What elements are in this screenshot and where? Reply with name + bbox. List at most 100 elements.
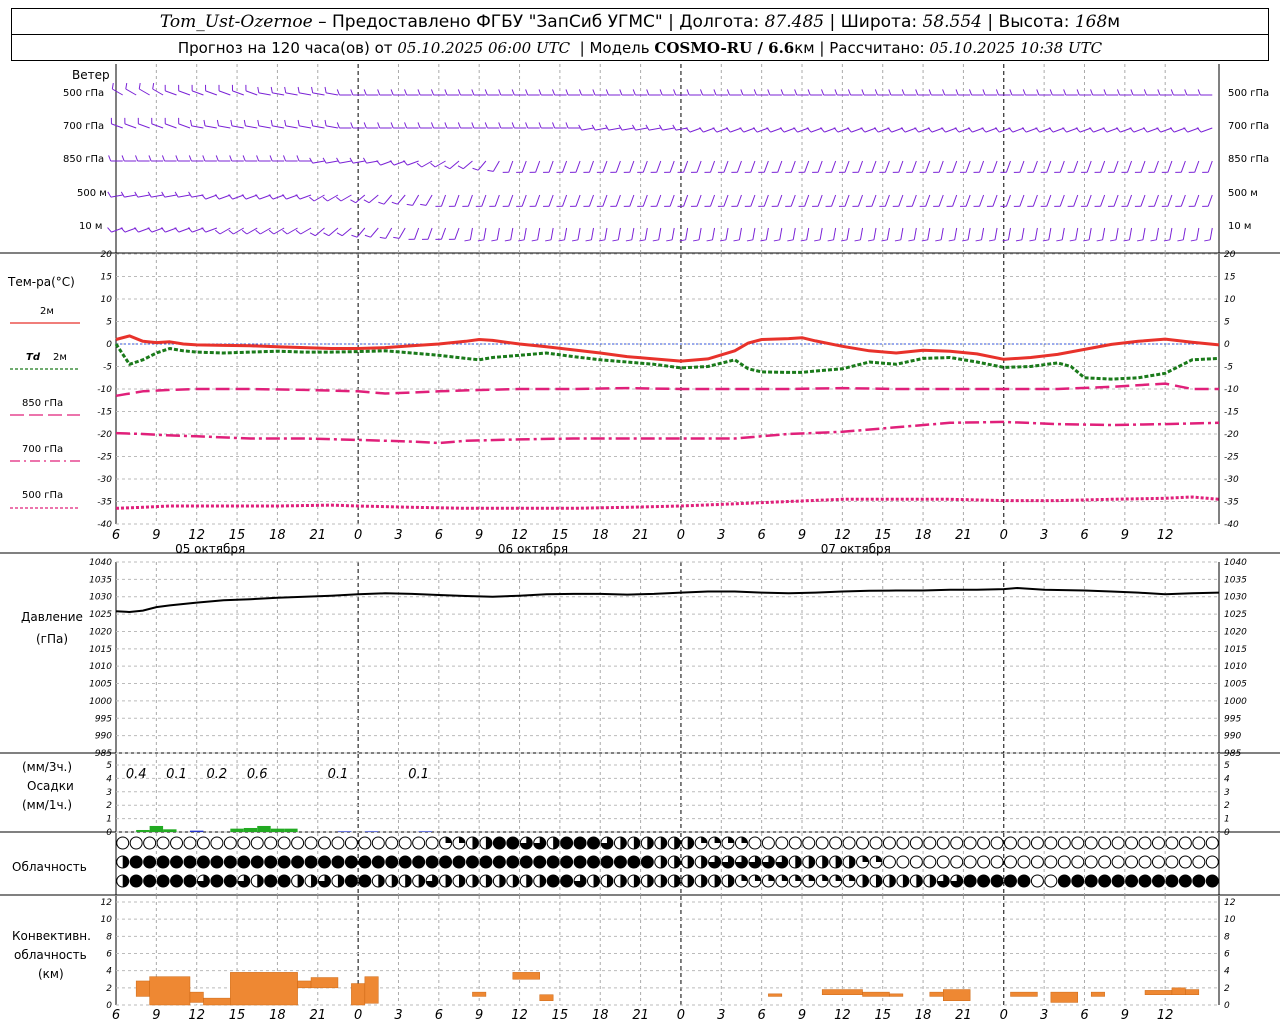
cloud-symbol <box>1071 874 1085 888</box>
wind-barb <box>1161 194 1173 207</box>
wind-barb <box>1202 194 1213 207</box>
wind-barb-feather <box>1136 239 1144 242</box>
wind-barb-shaft <box>710 160 716 173</box>
cloud-symbol-circle <box>1192 855 1206 869</box>
cloud-symbol-circle <box>1178 855 1192 869</box>
cloud-symbol <box>1071 836 1085 850</box>
wind-barb <box>986 194 998 207</box>
wind-barb-shaft <box>414 227 420 240</box>
pressure-tick-left: 1040 <box>89 558 112 568</box>
wind-barb <box>779 127 796 133</box>
cloud-symbol-fill <box>754 875 761 881</box>
wind-barb <box>785 194 796 207</box>
wind-barb <box>202 155 217 162</box>
wind-barb <box>645 124 661 131</box>
wind-barb <box>672 124 688 131</box>
cloud-symbol <box>1178 836 1192 850</box>
wind-barb <box>389 160 406 166</box>
wind-barb-feather <box>430 89 435 96</box>
wind-barb-shaft <box>777 160 783 173</box>
wind-barb-feather <box>403 160 408 166</box>
cloud-symbol <box>1098 874 1112 888</box>
precip-bar <box>364 831 379 832</box>
wind-barb-feather <box>120 191 125 198</box>
wind-barb-shaft <box>931 127 944 133</box>
wind-barb-shaft <box>770 127 783 133</box>
pressure-tick-right: 1010 <box>1224 662 1247 672</box>
cloud-symbol-circle <box>264 836 278 850</box>
cloud-symbol <box>344 874 358 888</box>
wind-barb-feather <box>780 89 784 96</box>
wind-barb <box>1027 160 1038 173</box>
wind-barb-shaft <box>859 227 864 240</box>
wind-barb-feather <box>336 232 343 237</box>
cloud-symbol <box>775 874 789 888</box>
cloud-symbol-circle <box>304 836 318 850</box>
wind-barb-feather <box>968 127 973 133</box>
convective-cloud-bar <box>1171 987 1186 995</box>
wind-barb-shaft <box>483 227 487 240</box>
pressure-tick-left: 1020 <box>89 627 112 637</box>
cloud-symbol <box>761 855 775 869</box>
wind-barb-feather <box>726 89 730 96</box>
wind-barb-feather <box>693 239 700 242</box>
wind-barb-feather <box>646 89 650 96</box>
conv-tick-right: 6 <box>1224 950 1230 960</box>
wind-barb <box>1150 227 1159 242</box>
wind-barb <box>1081 160 1092 173</box>
cloud-symbol <box>613 874 627 888</box>
wind-barb-shaft <box>779 227 783 240</box>
wind-barb <box>444 89 460 96</box>
temp-tick-right: 15 <box>1224 273 1236 283</box>
wind-barb <box>322 157 339 164</box>
cloud-symbol <box>156 874 170 888</box>
cloud-symbol-fill <box>459 837 466 843</box>
wind-barb-feather <box>525 89 529 96</box>
cloud-symbol-fill <box>674 837 681 849</box>
wind-barb-shaft <box>999 127 1011 133</box>
temp-tick-right: 20 <box>1224 250 1236 260</box>
wind-barb-feather <box>619 89 623 96</box>
wind-barb-shaft <box>671 227 675 240</box>
wind-barb-feather <box>552 122 556 129</box>
cloud-symbol <box>129 874 143 888</box>
wind-barb-shaft <box>152 88 164 96</box>
wind-barb-shaft <box>743 127 756 133</box>
wind-barb-shaft <box>608 127 621 131</box>
wind-barb-shaft <box>736 194 742 207</box>
wind-barb <box>1094 160 1106 173</box>
wind-barb-feather <box>391 201 398 205</box>
cloud-symbol <box>815 874 829 888</box>
time-tick-label: 21 <box>632 528 649 543</box>
wind-barb-feather <box>214 229 221 235</box>
wind-barb-shaft <box>831 160 837 173</box>
wind-barb <box>1063 89 1078 96</box>
cloud-symbol-fill <box>520 856 533 868</box>
wind-barb <box>1121 160 1133 173</box>
wind-barb <box>854 227 864 242</box>
wind-barb <box>121 155 137 162</box>
cloud-symbol <box>788 836 802 850</box>
pressure-tick-right: 990 <box>1224 732 1241 742</box>
wind-barb <box>525 89 540 96</box>
wind-barb-feather <box>935 239 942 242</box>
wind-barb <box>1161 160 1173 173</box>
cloud-symbol-fill <box>633 875 640 887</box>
wind-barb-shaft <box>440 194 447 207</box>
cloud-symbol <box>694 874 708 888</box>
wind-barb-shaft <box>833 227 837 240</box>
wind-barb <box>712 127 729 133</box>
wind-barb-shaft <box>1007 227 1011 240</box>
cloud-symbol <box>734 874 748 888</box>
cloud-symbol <box>1017 836 1031 850</box>
wind-barb-shaft <box>313 194 325 202</box>
wind-barb-shaft <box>246 227 258 235</box>
wind-barb <box>888 89 903 96</box>
wind-barb-feather <box>201 194 206 200</box>
wind-barb <box>516 194 527 207</box>
wind-barb-shaft <box>312 160 325 164</box>
cloud-symbol <box>829 874 843 888</box>
cloud-symbol-fill <box>311 875 318 887</box>
wind-barb-shaft <box>259 194 271 200</box>
wind-barb-feather <box>430 162 436 168</box>
